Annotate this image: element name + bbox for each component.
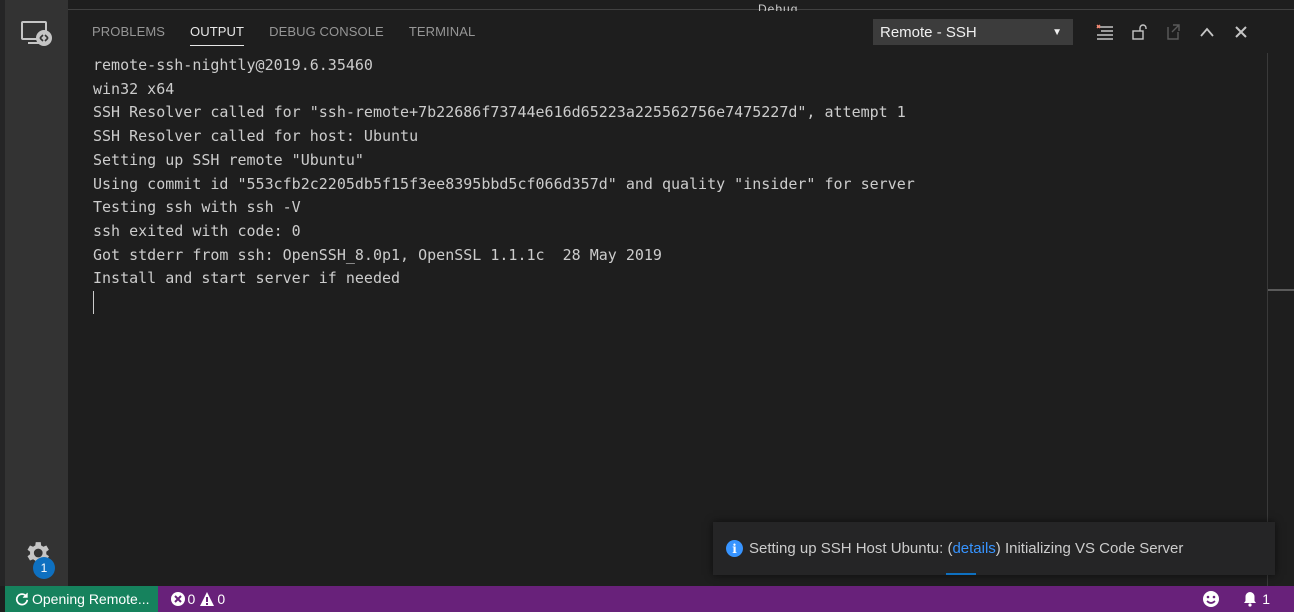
notification-details-link[interactable]: details <box>952 540 995 557</box>
output-scrollbar[interactable] <box>1267 53 1268 586</box>
panel-tabs: PROBLEMS OUTPUT DEBUG CONSOLE TERMINAL <box>92 24 500 46</box>
open-log-file-icon[interactable] <box>1156 19 1190 45</box>
output-line: SSH Resolver called for host: Ubuntu <box>93 127 419 146</box>
sync-icon <box>15 592 29 606</box>
output-line: ssh exited with code: 0 <box>93 221 301 240</box>
output-line: Install and start server if needed <box>93 269 401 288</box>
output-panel: PROBLEMS OUTPUT DEBUG CONSOLE TERMINAL R… <box>68 11 1294 586</box>
tab-output[interactable]: OUTPUT <box>190 24 245 46</box>
smiley-feedback-icon[interactable] <box>1202 590 1220 608</box>
output-line: remote-ssh-nightly@2019.6.35460 <box>93 56 373 74</box>
lock-scroll-icon[interactable] <box>1122 19 1156 45</box>
status-bar: Opening Remote... 0 0 1 <box>5 586 1294 612</box>
notification-toast: i Setting up SSH Host Ubuntu: (details) … <box>713 522 1275 575</box>
output-line: Got stderr from ssh: OpenSSH_8.0p1, Open… <box>93 245 662 264</box>
panel-actions <box>1088 19 1258 45</box>
notifications-status[interactable]: 1 <box>1242 591 1270 607</box>
bell-icon <box>1244 592 1257 607</box>
warning-icon <box>200 592 215 606</box>
output-line: Using commit id "553cfb2c2205db5f15f3ee8… <box>93 174 915 193</box>
output-line: SSH Resolver called for "ssh-remote+7b22… <box>93 103 906 122</box>
output-channel-select[interactable]: Remote - SSH ▼ <box>873 19 1073 45</box>
maximize-panel-icon[interactable] <box>1190 19 1224 45</box>
notification-text-before: Setting up SSH Host Ubuntu: ( <box>749 540 953 557</box>
notification-text-after: ) Initializing VS Code Server <box>995 540 1184 557</box>
output-log: remote-ssh-nightly@2019.6.35460 win32 x64… <box>93 54 915 291</box>
error-icon <box>170 592 185 606</box>
notification-progress-bar <box>946 573 976 575</box>
close-panel-icon[interactable] <box>1224 19 1258 45</box>
tab-terminal[interactable]: TERMINAL <box>409 24 476 46</box>
remote-status-label: Opening Remote... <box>32 591 150 607</box>
remote-explorer-icon[interactable] <box>5 20 68 48</box>
output-channel-value: Remote - SSH <box>880 23 977 41</box>
tab-debug-console[interactable]: DEBUG CONSOLE <box>269 24 384 46</box>
error-count: 0 <box>187 591 196 607</box>
tab-problems[interactable]: PROBLEMS <box>92 24 165 46</box>
remote-status-indicator[interactable]: Opening Remote... <box>5 586 158 612</box>
warning-count: 0 <box>217 591 226 607</box>
notification-count: 1 <box>1262 591 1270 607</box>
chevron-down-icon: ▼ <box>1052 26 1062 38</box>
scrollbar-thumb[interactable] <box>1268 289 1294 291</box>
activity-bar <box>5 0 68 586</box>
editor-area-edge: Debug... <box>68 0 1294 16</box>
problems-status[interactable]: 0 0 <box>170 591 226 607</box>
settings-update-badge: 1 <box>33 557 55 579</box>
output-line: Setting up SSH remote "Ubuntu" <box>93 150 364 169</box>
output-line: win32 x64 <box>93 79 175 98</box>
clear-output-icon[interactable] <box>1088 19 1122 45</box>
status-bar-right: 1 <box>1202 590 1270 608</box>
output-line: Testing ssh with ssh -V <box>93 198 301 217</box>
info-icon: i <box>726 540 743 557</box>
text-cursor <box>93 291 94 314</box>
